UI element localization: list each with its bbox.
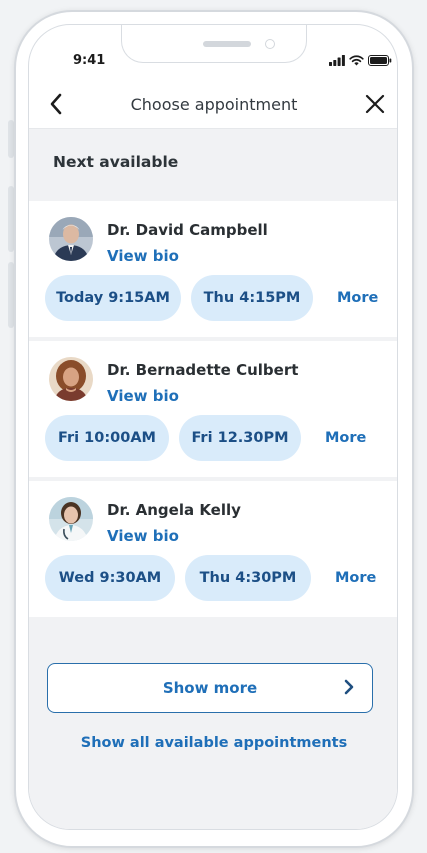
close-icon [365,94,385,114]
appointment-slot[interactable]: Thu 4:30PM [185,555,311,601]
app-header: Choose appointment [29,85,397,129]
appointment-slot[interactable]: Fri 10:00AM [45,415,169,461]
view-bio-link[interactable]: View bio [107,387,179,405]
more-slots-link[interactable]: More [335,570,376,586]
view-bio-link[interactable]: View bio [107,527,179,545]
battery-icon [368,55,392,66]
appointment-slot[interactable]: Fri 12.30PM [179,415,301,461]
wifi-icon [349,55,364,66]
close-button[interactable] [365,93,387,119]
camera [265,39,275,49]
doctor-card: Dr. Bernadette Culbert View bio Fri 10:0… [29,341,397,477]
status-icons [329,55,392,66]
appointment-slot[interactable]: Today 9:15AM [45,275,181,321]
avatar [49,217,93,261]
avatar [49,497,93,541]
doctor-card: Dr. David Campbell View bio Today 9:15AM… [29,201,397,337]
appointment-slot[interactable]: Thu 4:15PM [191,275,313,321]
more-slots-link[interactable]: More [325,430,366,446]
show-more-label: Show more [162,679,258,697]
phone-screen: 9:41 Choose appointment Next available D… [28,24,398,830]
doctor-name: Dr. David Campbell [107,221,268,239]
status-time: 9:41 [73,53,106,68]
doctor-card: Dr. Angela Kelly View bio Wed 9:30AM Thu… [29,481,397,617]
appointment-list: Next available Dr. David Campbell View b… [29,129,397,829]
speaker [203,41,251,47]
view-bio-link[interactable]: View bio [107,247,179,265]
chevron-right-icon [344,679,354,699]
avatar [49,357,93,401]
signal-icon [329,55,345,66]
doctor-name: Dr. Bernadette Culbert [107,361,299,379]
page-title: Choose appointment [130,95,298,114]
section-title: Next available [53,153,179,171]
appointment-slot[interactable]: Wed 9:30AM [45,555,175,601]
show-more-button[interactable]: Show more [47,663,373,713]
show-all-appointments-link[interactable]: Show all available appointments [29,735,397,751]
doctor-name: Dr. Angela Kelly [107,501,241,519]
more-slots-link[interactable]: More [337,290,378,306]
